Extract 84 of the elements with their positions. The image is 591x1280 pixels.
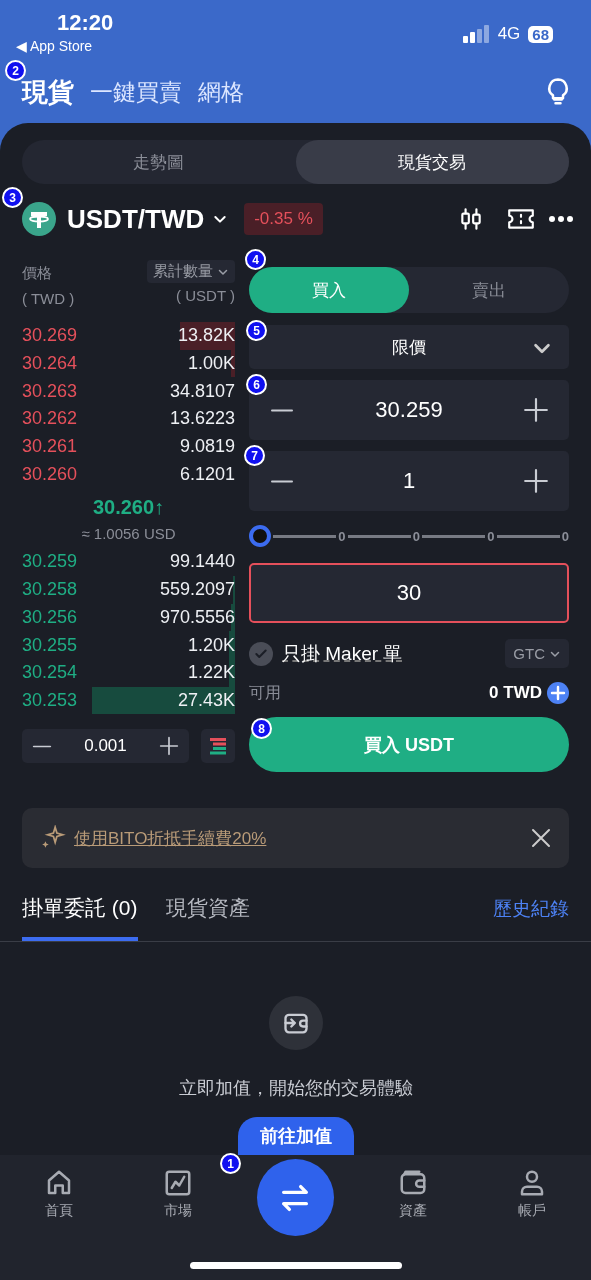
nav-item[interactable]: 首頁 xyxy=(19,1167,100,1221)
total-field[interactable]: 30 xyxy=(249,563,569,623)
minus-icon xyxy=(269,479,295,483)
header-tab[interactable]: 網格 xyxy=(198,76,244,108)
time-in-force-dropdown[interactable]: GTC xyxy=(505,639,569,668)
order-price: 30.262 xyxy=(22,408,78,430)
order-price: 30.258 xyxy=(22,579,78,601)
slider-thumb[interactable] xyxy=(249,525,271,547)
order-quantity: 27.43K xyxy=(177,689,235,711)
add-funds-icon[interactable] xyxy=(547,682,569,704)
price-header: 價格 xyxy=(22,263,53,283)
pair-symbol[interactable]: USDT/TWD xyxy=(67,203,205,235)
slider-mark: 0 xyxy=(561,528,569,544)
order-price: 30.259 xyxy=(22,551,78,573)
close-icon[interactable] xyxy=(531,828,551,848)
order-quantity: 9.0819 xyxy=(179,436,235,458)
order-price: 30.263 xyxy=(22,380,78,402)
increase-button[interactable] xyxy=(159,736,179,757)
minus-icon xyxy=(32,744,52,748)
deposit-button[interactable]: 前往加值 xyxy=(237,1117,354,1155)
order-book-icon xyxy=(208,737,228,756)
maker-checkbox[interactable] xyxy=(249,641,273,666)
order-quantity: 34.8107 xyxy=(169,380,235,402)
order-quantity: 559.2097 xyxy=(159,579,235,601)
plus-icon xyxy=(523,468,549,494)
available-balance: 0 TWD xyxy=(489,683,542,703)
nav-item[interactable]: 帳戶 xyxy=(491,1167,572,1221)
order-quantity: 1.22K xyxy=(187,662,235,684)
order-quantity: 970.5556 xyxy=(159,606,235,628)
minus-icon xyxy=(269,408,295,412)
sparkle-icon xyxy=(40,825,66,851)
header-tab[interactable]: 一鍵買賣 xyxy=(90,76,182,108)
order-quantity: 13.82K xyxy=(177,325,235,347)
orders-tab[interactable]: 掛單委託 (0) xyxy=(22,894,138,941)
back-link[interactable]: ◀ App Store xyxy=(16,38,114,54)
view-tab[interactable]: 走勢圖 xyxy=(22,140,296,184)
empty-message: 立即加值，開始您的交易體驗 xyxy=(178,1077,413,1100)
price-unit: ( TWD ) xyxy=(22,289,75,309)
chart-icon xyxy=(163,1168,194,1198)
status-time: 12:20 xyxy=(57,10,114,36)
orders-tab[interactable]: 現貨資產 xyxy=(165,894,250,941)
order-quantity: 13.6223 xyxy=(169,408,235,430)
order-price: 30.264 xyxy=(22,353,78,375)
ticket-icon[interactable] xyxy=(506,206,536,232)
available-label: 可用 xyxy=(249,682,282,703)
order-price: 30.253 xyxy=(22,689,78,711)
order-price: 30.256 xyxy=(22,606,78,628)
slider-mark: 0 xyxy=(338,528,346,544)
more-icon[interactable] xyxy=(548,215,574,223)
order-price: 30.261 xyxy=(22,436,78,458)
precision-value: 0.001 xyxy=(84,736,127,757)
order-quantity: 6.1201 xyxy=(179,463,235,485)
last-price: 30.260↑ xyxy=(92,496,165,520)
slider-mark: 0 xyxy=(412,528,420,544)
promo-link[interactable]: 使用BITO折抵手續費20% xyxy=(74,826,523,850)
order-price: 30.269 xyxy=(22,325,78,347)
order-price: 30.255 xyxy=(22,634,78,656)
quantity-selector[interactable]: 累計數量 xyxy=(147,260,235,283)
decrease-button[interactable] xyxy=(32,744,52,748)
plus-icon xyxy=(523,397,549,423)
history-link[interactable]: 歷史紀錄 xyxy=(493,896,569,941)
side-tab[interactable]: 賣出 xyxy=(409,267,569,313)
depth-view-button[interactable] xyxy=(201,729,235,764)
slider-mark: 0 xyxy=(487,528,495,544)
order-quantity: 1.00K xyxy=(187,353,235,375)
view-tab[interactable]: 現貨交易 xyxy=(295,140,569,184)
candlestick-icon[interactable] xyxy=(458,205,484,233)
quantity-unit: ( USDT ) xyxy=(176,286,235,306)
checkmark-icon xyxy=(254,646,268,661)
annotation-marker: 2 xyxy=(5,60,26,81)
order-quantity: 99.1440 xyxy=(169,551,235,573)
maker-label: 只掛 Maker 單 xyxy=(282,641,404,666)
plus-icon xyxy=(159,736,179,757)
price-change: -0.35 % xyxy=(244,203,323,235)
signal-icon xyxy=(461,25,490,43)
order-price: 30.260 xyxy=(22,463,78,485)
nav-item[interactable]: 市場 xyxy=(138,1167,219,1221)
order-price: 30.254 xyxy=(22,662,78,684)
coin-icon xyxy=(22,202,56,236)
order-quantity: 1.20K xyxy=(187,634,235,656)
battery-level: 68 xyxy=(528,25,553,43)
nav-item[interactable]: 資產 xyxy=(372,1167,453,1221)
fiat-price: ≈ 1.0056 USD xyxy=(81,525,176,543)
network-label: 4G xyxy=(497,24,521,44)
